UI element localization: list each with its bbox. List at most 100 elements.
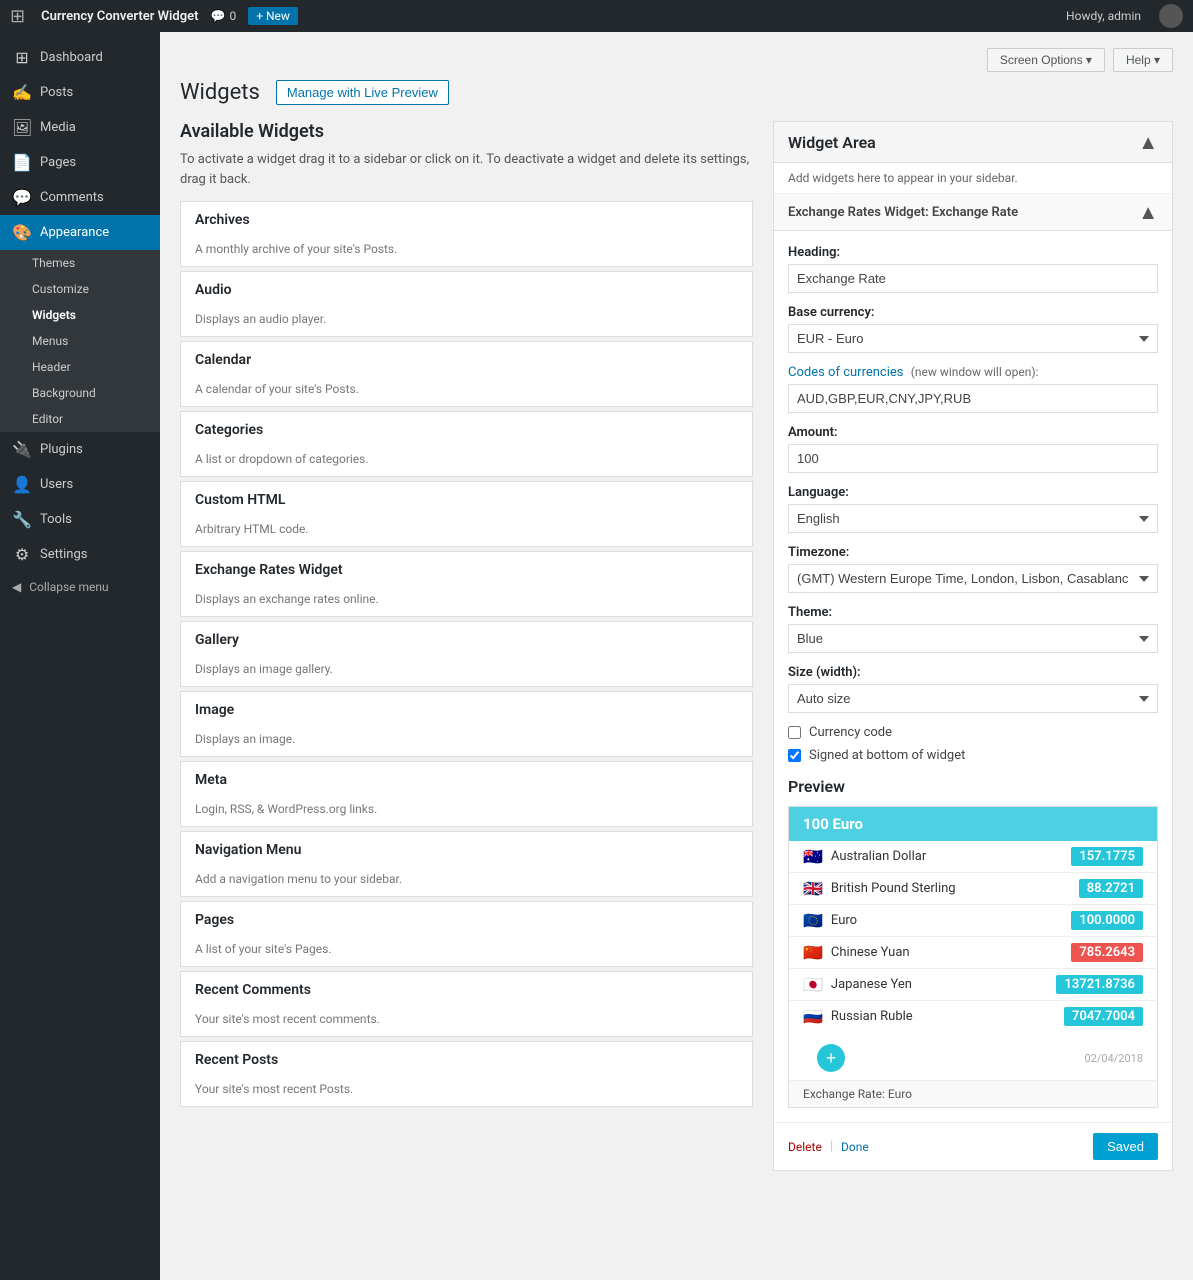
sidebar-item-label: Posts [40, 85, 73, 100]
comments-bar-item[interactable]: 💬 0 [210, 9, 236, 23]
new-button[interactable]: + New [248, 7, 298, 25]
heading-row: Heading: [788, 245, 1158, 293]
currency-label: Japanese Yen [831, 977, 912, 992]
submenu-customize[interactable]: Customize [0, 276, 160, 302]
codes-input[interactable] [788, 384, 1158, 413]
sidebar-item-tools[interactable]: 🔧 Tools [0, 502, 160, 537]
collapse-label: Collapse menu [29, 580, 108, 594]
sidebar-item-plugins[interactable]: 🔌 Plugins [0, 432, 160, 467]
list-item[interactable]: Image Displays an image. [180, 691, 753, 757]
submenu-themes[interactable]: Themes [0, 250, 160, 276]
codes-link[interactable]: Codes of currencies [788, 365, 904, 380]
list-item[interactable]: Archives A monthly archive of your site'… [180, 201, 753, 267]
widget-item-name: Meta [181, 762, 752, 798]
submenu-editor[interactable]: Editor [0, 406, 160, 432]
submenu-background[interactable]: Background [0, 380, 160, 406]
list-item[interactable]: Exchange Rates Widget Displays an exchan… [180, 551, 753, 617]
widget-item-name: Calendar [181, 342, 752, 378]
base-currency-select[interactable]: EUR - Euro USD - Dollar GBP - British Po… [788, 324, 1158, 353]
sidebar-item-label: Tools [40, 512, 72, 527]
currency-value: 7047.7004 [1064, 1007, 1143, 1026]
widget-item-name: Recent Comments [181, 972, 752, 1008]
saved-button[interactable]: Saved [1093, 1133, 1158, 1160]
widget-item-desc: Add a navigation menu to your sidebar. [181, 868, 752, 896]
language-select[interactable]: English French German [788, 504, 1158, 533]
sidebar-item-label: Users [40, 477, 73, 492]
sidebar-item-dashboard[interactable]: ⊞ Dashboard [0, 40, 160, 75]
widget-footer: Delete | Done Saved [774, 1122, 1172, 1170]
screen-options-button[interactable]: Screen Options ▾ [987, 48, 1105, 72]
list-item[interactable]: Gallery Displays an image gallery. [180, 621, 753, 687]
widget-item-name: Audio [181, 272, 752, 308]
preview-header: 100 Euro [789, 807, 1157, 841]
signed-label: Signed at bottom of widget [809, 748, 965, 763]
list-item[interactable]: Custom HTML Arbitrary HTML code. [180, 481, 753, 547]
wp-logo-icon[interactable]: ⊞ [10, 6, 25, 27]
sidebar-item-label: Comments [40, 190, 104, 205]
currency-label: British Pound Sterling [831, 881, 956, 896]
widget-item-name: Exchange Rates Widget [181, 552, 752, 588]
theme-row: Theme: Blue Green Red Dark [788, 605, 1158, 653]
heading-input[interactable] [788, 264, 1158, 293]
list-item[interactable]: Pages A list of your site's Pages. [180, 901, 753, 967]
widget-item-name: Image [181, 692, 752, 728]
done-link[interactable]: Done [841, 1140, 869, 1154]
comments-icon: 💬 [210, 9, 225, 23]
available-widgets-title: Available Widgets [180, 121, 753, 142]
submenu-widgets[interactable]: Widgets [0, 302, 160, 328]
delete-link[interactable]: Delete [788, 1140, 822, 1154]
widget-area-title: Widget Area [788, 133, 876, 152]
widget-item-desc: A list or dropdown of categories. [181, 448, 752, 476]
flag-icon: 🇬🇧 [803, 879, 823, 898]
help-button[interactable]: Help ▾ [1113, 48, 1173, 72]
pipe: | [830, 1139, 833, 1154]
manage-live-preview-button[interactable]: Manage with Live Preview [276, 80, 449, 105]
widget-area-collapse-icon[interactable]: ▲ [1138, 132, 1158, 152]
collapse-menu-button[interactable]: ◀ Collapse menu [0, 572, 160, 602]
theme-select[interactable]: Blue Green Red Dark [788, 624, 1158, 653]
widget-item-name: Navigation Menu [181, 832, 752, 868]
list-item[interactable]: Meta Login, RSS, & WordPress.org links. [180, 761, 753, 827]
list-item[interactable]: Calendar A calendar of your site's Posts… [180, 341, 753, 407]
plugins-icon: 🔌 [12, 440, 32, 459]
available-widgets-column: Available Widgets To activate a widget d… [180, 121, 753, 1111]
timezone-select[interactable]: (GMT) Western Europe Time, London, Lisbo… [788, 564, 1158, 593]
dashboard-icon: ⊞ [12, 48, 32, 67]
list-item[interactable]: Audio Displays an audio player. [180, 271, 753, 337]
preview-widget: 100 Euro 🇦🇺 Australian Dollar 157.1775 🇬… [788, 806, 1158, 1108]
currency-name: 🇪🇺 Euro [803, 911, 857, 930]
language-label: Language: [788, 485, 1158, 500]
widget-item-desc: Arbitrary HTML code. [181, 518, 752, 546]
currency-value: 88.2721 [1079, 879, 1143, 898]
sidebar-item-comments[interactable]: 💬 Comments [0, 180, 160, 215]
sidebar-item-media[interactable]: 🖼 Media [0, 110, 160, 145]
widget-item-desc: Displays an audio player. [181, 308, 752, 336]
preview-add-button[interactable]: + [817, 1044, 845, 1072]
exchange-widget-header[interactable]: Exchange Rates Widget: Exchange Rate ▲ [774, 194, 1172, 231]
currency-code-checkbox[interactable] [788, 726, 801, 739]
size-select[interactable]: Auto size 100px 200px 300px [788, 684, 1158, 713]
amount-input[interactable] [788, 444, 1158, 473]
sidebar-item-users[interactable]: 👤 Users [0, 467, 160, 502]
sidebar-item-label: Settings [40, 547, 87, 562]
sidebar-item-posts[interactable]: ✍ Posts [0, 75, 160, 110]
site-name[interactable]: Currency Converter Widget [41, 9, 198, 24]
currency-name: 🇦🇺 Australian Dollar [803, 847, 926, 866]
widget-item-desc: A list of your site's Pages. [181, 938, 752, 966]
sidebar-item-settings[interactable]: ⚙ Settings [0, 537, 160, 572]
submenu-header[interactable]: Header [0, 354, 160, 380]
widgets-layout: Available Widgets To activate a widget d… [180, 121, 1173, 1171]
currency-label: Chinese Yuan [831, 945, 910, 960]
sidebar-item-pages[interactable]: 📄 Pages [0, 145, 160, 180]
exchange-widget-collapse-icon[interactable]: ▲ [1138, 202, 1158, 222]
list-item[interactable]: Navigation Menu Add a navigation menu to… [180, 831, 753, 897]
sidebar-item-label: Pages [40, 155, 76, 170]
available-widgets-description: To activate a widget drag it to a sideba… [180, 150, 753, 189]
signed-checkbox[interactable] [788, 749, 801, 762]
submenu-menus[interactable]: Menus [0, 328, 160, 354]
sidebar-item-appearance[interactable]: 🎨 Appearance [0, 215, 160, 250]
currency-label: Russian Ruble [831, 1009, 913, 1024]
list-item[interactable]: Categories A list or dropdown of categor… [180, 411, 753, 477]
list-item[interactable]: Recent Posts Your site's most recent Pos… [180, 1041, 753, 1107]
list-item[interactable]: Recent Comments Your site's most recent … [180, 971, 753, 1037]
